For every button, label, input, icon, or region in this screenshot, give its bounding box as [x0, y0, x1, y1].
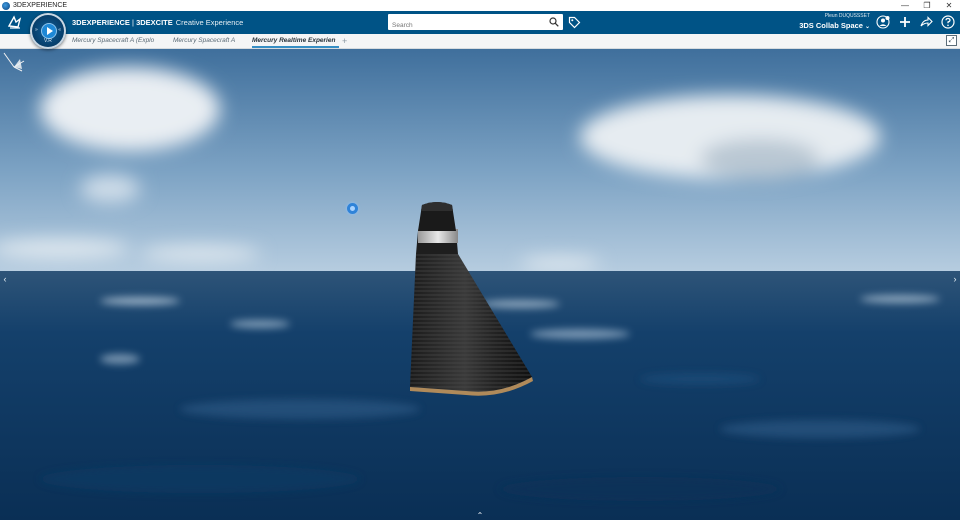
brand-primary: 3DEXPERIENCE	[72, 18, 130, 27]
collab-space-label: 3DS Collab Space	[799, 21, 863, 30]
share-icon[interactable]	[919, 15, 933, 29]
app-icon	[2, 1, 10, 10]
3d-viewport[interactable]: ‹ › ⌃	[0, 49, 960, 520]
chevron-down-icon: ⌄	[864, 24, 870, 30]
platform-top-bar: » « V.R 3DEXPERIENCE | 3DEXCITE Creative …	[0, 11, 960, 49]
window-controls: — ❐ ✕	[894, 0, 960, 11]
user-icon[interactable]	[876, 15, 890, 29]
close-button[interactable]: ✕	[938, 0, 960, 11]
add-tab-button[interactable]: +	[342, 34, 347, 48]
bottom-panel-arrow[interactable]: ⌃	[474, 512, 486, 520]
window-title: 3DEXPERIENCE	[13, 2, 68, 9]
compass-icon[interactable]: » « V.R	[30, 13, 66, 49]
tab-mercury-realtime[interactable]: Mercury Realtime Experien	[252, 34, 339, 48]
right-panel-arrow[interactable]: ›	[951, 273, 959, 285]
search-input[interactable]	[388, 17, 542, 34]
minimize-button[interactable]: —	[894, 0, 916, 11]
add-icon[interactable]	[898, 15, 912, 29]
search-icon[interactable]	[549, 17, 559, 27]
brand-sub: Creative Experience	[175, 18, 244, 27]
tab-mercury-explode[interactable]: Mercury Spacecraft A (Explo	[72, 34, 160, 48]
help-icon[interactable]	[941, 15, 955, 29]
tab-bar: Mercury Spacecraft A (Explo Mercury Spac…	[0, 34, 960, 49]
collab-space-selector[interactable]: 3DS Collab Space ⌄	[799, 20, 870, 33]
ds-logo-icon[interactable]	[6, 13, 24, 31]
user-name: Pleun DUQUSSSET	[824, 13, 870, 19]
window-title-bar: 3DEXPERIENCE — ❐ ✕	[0, 0, 960, 11]
fullscreen-icon[interactable]: ⤢	[946, 35, 957, 46]
left-panel-arrow[interactable]: ‹	[1, 273, 9, 285]
brand-app: 3DEXCITE	[136, 18, 173, 27]
tab-mercury-spacecraft[interactable]: Mercury Spacecraft A	[173, 34, 243, 48]
navigation-marker[interactable]	[347, 203, 358, 214]
axis-compass-icon[interactable]	[0, 49, 26, 73]
brand-title: 3DEXPERIENCE | 3DEXCITE Creative Experien…	[72, 11, 243, 34]
compass-version: V.R	[44, 38, 52, 44]
tag-icon[interactable]	[568, 16, 581, 29]
play-icon[interactable]	[41, 23, 57, 39]
user-block[interactable]: Pleun DUQUSSSET 3DS Collab Space ⌄	[799, 12, 870, 33]
scene-render	[0, 49, 960, 520]
maximize-button[interactable]: ❐	[916, 0, 938, 11]
search-box[interactable]	[388, 14, 563, 34]
